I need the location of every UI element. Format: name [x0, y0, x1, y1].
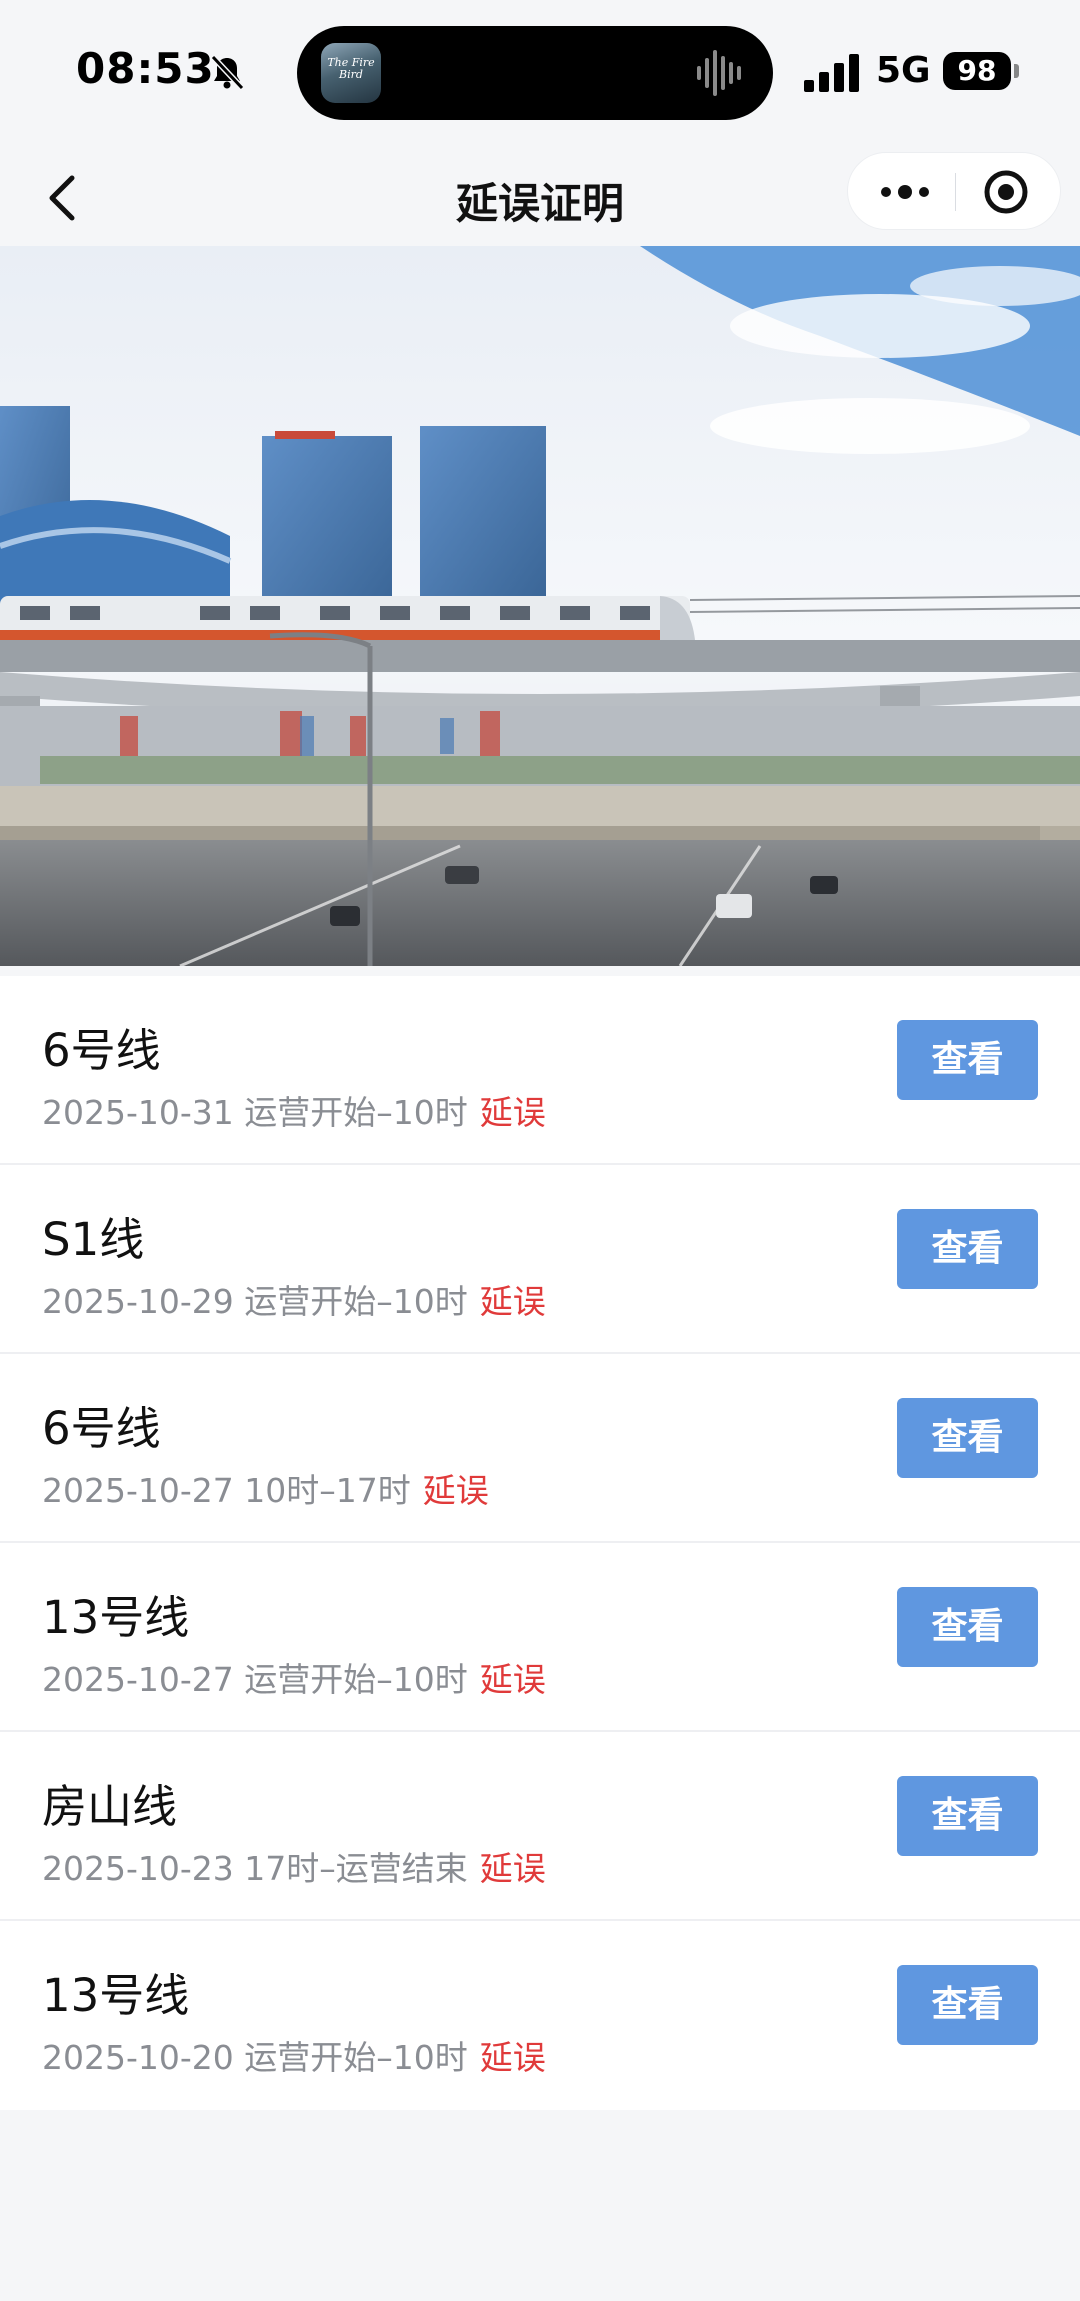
audio-wave-icon: [697, 50, 741, 96]
list-item: S1线 2025-10-29 运营开始–10时 延误 查看: [0, 1165, 1080, 1354]
record-detail: 2025-10-20 运营开始–10时 延误: [42, 2031, 546, 2079]
line-name: 房山线: [42, 1780, 178, 1833]
line-name: 13号线: [42, 1591, 190, 1644]
banner-image: [0, 246, 1080, 966]
line-name: 13号线: [42, 1969, 190, 2022]
list-item: 房山线 2025-10-23 17时–运营结束 延误 查看: [0, 1732, 1080, 1921]
view-button[interactable]: 查看: [897, 1965, 1038, 2045]
app-thumbnail[interactable]: The Fire Bird: [321, 43, 381, 103]
delay-status: 延误: [479, 1660, 546, 1699]
more-dots-icon[interactable]: [870, 167, 940, 217]
record-date: 2025-10-20: [42, 2038, 234, 2077]
battery-cap: [1014, 64, 1019, 78]
record-detail: 2025-10-29 运营开始–10时 延误: [42, 1275, 546, 1323]
metro-train-illustration: [0, 246, 1080, 966]
list-item: 13号线 2025-10-20 运营开始–10时 延误 查看: [0, 1921, 1080, 2110]
record-date: 2025-10-23: [42, 1849, 234, 1888]
delay-status: 延误: [479, 1849, 546, 1888]
view-button[interactable]: 查看: [897, 1398, 1038, 1478]
capsule-divider: [955, 173, 956, 211]
navigation-bar: 延误证明: [0, 146, 1080, 246]
bell-muted-icon: [210, 54, 245, 91]
app-thumbnail-label: The Fire Bird: [327, 56, 375, 81]
dynamic-island: The Fire Bird: [297, 26, 773, 120]
view-button[interactable]: 查看: [897, 1776, 1038, 1856]
view-button[interactable]: 查看: [897, 1020, 1038, 1100]
line-name: 6号线: [42, 1402, 161, 1455]
record-date: 2025-10-27: [42, 1471, 234, 1510]
record-date: 2025-10-29: [42, 1282, 234, 1321]
line-name: S1线: [42, 1213, 145, 1266]
target-circle-icon[interactable]: [976, 167, 1036, 217]
delay-status: 延误: [479, 2038, 546, 2077]
list-item: 13号线 2025-10-27 运营开始–10时 延误 查看: [0, 1543, 1080, 1732]
battery-indicator: 98: [943, 52, 1011, 90]
record-detail: 2025-10-27 10时–17时 延误: [42, 1464, 489, 1512]
delay-status: 延误: [479, 1282, 546, 1321]
status-bar: 08:53 The Fire Bird 5G 98: [0, 0, 1080, 146]
record-detail: 2025-10-27 运营开始–10时 延误: [42, 1653, 546, 1701]
delay-status: 延误: [479, 1093, 546, 1132]
record-period: 运营开始–10时: [244, 2038, 468, 2077]
app-screen: 08:53 The Fire Bird 5G 98 延误证明 6号线 2025-…: [0, 0, 1080, 2301]
record-detail: 2025-10-31 运营开始–10时 延误: [42, 1086, 546, 1134]
view-button[interactable]: 查看: [897, 1209, 1038, 1289]
list-item: 6号线 2025-10-27 10时–17时 延误 查看: [0, 1354, 1080, 1543]
delay-record-list: 6号线 2025-10-31 运营开始–10时 延误 查看 S1线 2025-10…: [0, 976, 1080, 2110]
record-date: 2025-10-27: [42, 1660, 234, 1699]
record-period: 运营开始–10时: [244, 1660, 468, 1699]
list-item: 6号线 2025-10-31 运营开始–10时 延误 查看: [0, 976, 1080, 1165]
network-type: 5G: [876, 50, 931, 91]
status-time: 08:53: [76, 44, 215, 93]
signal-bars-icon: [804, 54, 859, 92]
record-detail: 2025-10-23 17时–运营结束 延误: [42, 1842, 546, 1890]
record-period: 10时–17时: [244, 1471, 411, 1510]
record-period: 17时–运营结束: [244, 1849, 468, 1888]
view-button[interactable]: 查看: [897, 1587, 1038, 1667]
record-period: 运营开始–10时: [244, 1282, 468, 1321]
record-date: 2025-10-31: [42, 1093, 234, 1132]
delay-status: 延误: [422, 1471, 489, 1510]
record-period: 运营开始–10时: [244, 1093, 468, 1132]
line-name: 6号线: [42, 1024, 161, 1077]
miniprogram-capsule: [847, 152, 1061, 230]
